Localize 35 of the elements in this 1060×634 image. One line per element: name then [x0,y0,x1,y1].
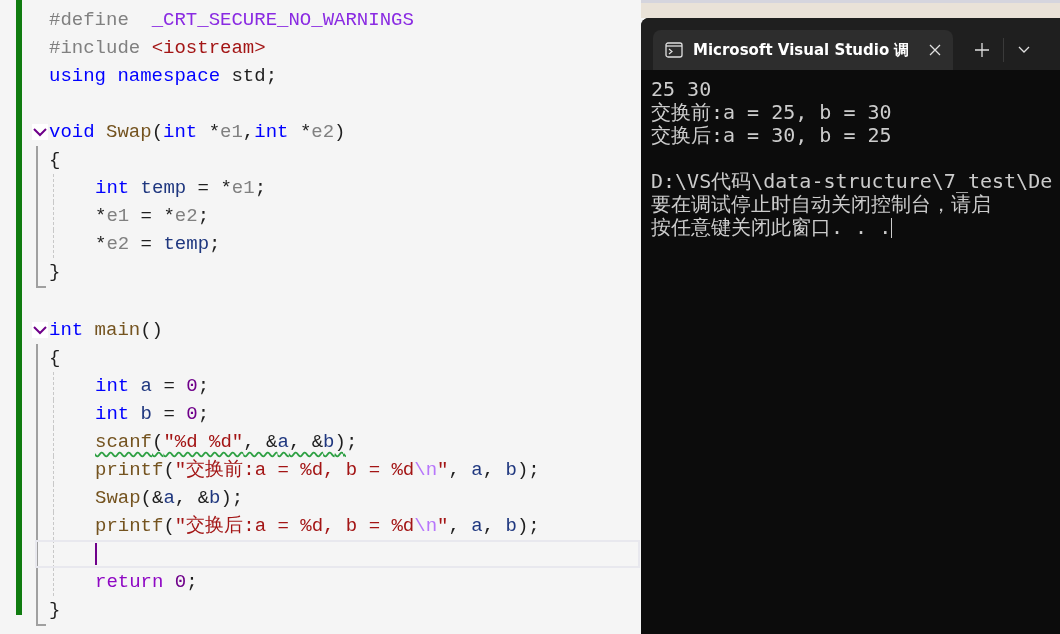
tab-title: Microsoft Visual Studio 调 [693,39,910,61]
text-cursor [95,543,97,565]
chevron-down-icon[interactable] [1018,46,1030,54]
collapse-chevron-icon[interactable] [32,322,48,338]
code-line: } [49,260,61,285]
console-output-line: 按任意键关闭此窗口. . . [651,216,892,239]
code-line: #define _CRT_SECURE_NO_WARNINGS [49,8,414,33]
code-line: { [49,148,61,173]
code-line: } [49,598,61,623]
code-line: printf("交换后:a = %d, b = %d\n", a, b); [95,514,540,539]
code-line: return 0; [95,570,198,595]
console-output-line: D:\VS代码\data-structure\7_test\De [651,170,1053,193]
code-line: int main() [49,318,164,343]
code-line: int a = 0; [95,374,210,399]
code-line: printf("交换前:a = %d, b = %d\n", a, b); [95,458,540,483]
code-line: int temp = *e1; [95,176,267,201]
console-output-line: 交换前:a = 25, b = 30 [651,101,892,124]
code-line: #include <iostream> [49,36,266,61]
console-cursor [891,217,893,238]
code-line: *e2 = temp; [95,232,221,257]
collapse-chevron-icon[interactable] [32,124,48,140]
code-line: { [49,346,61,371]
code-line: using namespace std; [49,64,278,89]
code-line: Swap(&a, &b); [95,486,244,511]
code-line: int b = 0; [95,402,210,427]
plus-icon[interactable] [975,43,989,57]
console-output-line: 25 30 [651,78,712,101]
code-line: *e1 = *e2; [95,204,210,229]
code-line: void Swap(int *e1,int *e2) [49,120,346,145]
code-line: scanf("%d %d", &a, &b); [95,430,358,455]
terminal-icon [665,42,683,58]
console-output-line: 交换后:a = 30, b = 25 [651,124,892,147]
terminal-tab[interactable]: Microsoft Visual Studio 调 [653,30,953,70]
close-icon[interactable] [929,44,941,56]
console-output-line: 要在调试停止时自动关闭控制台，请启 [651,193,991,216]
